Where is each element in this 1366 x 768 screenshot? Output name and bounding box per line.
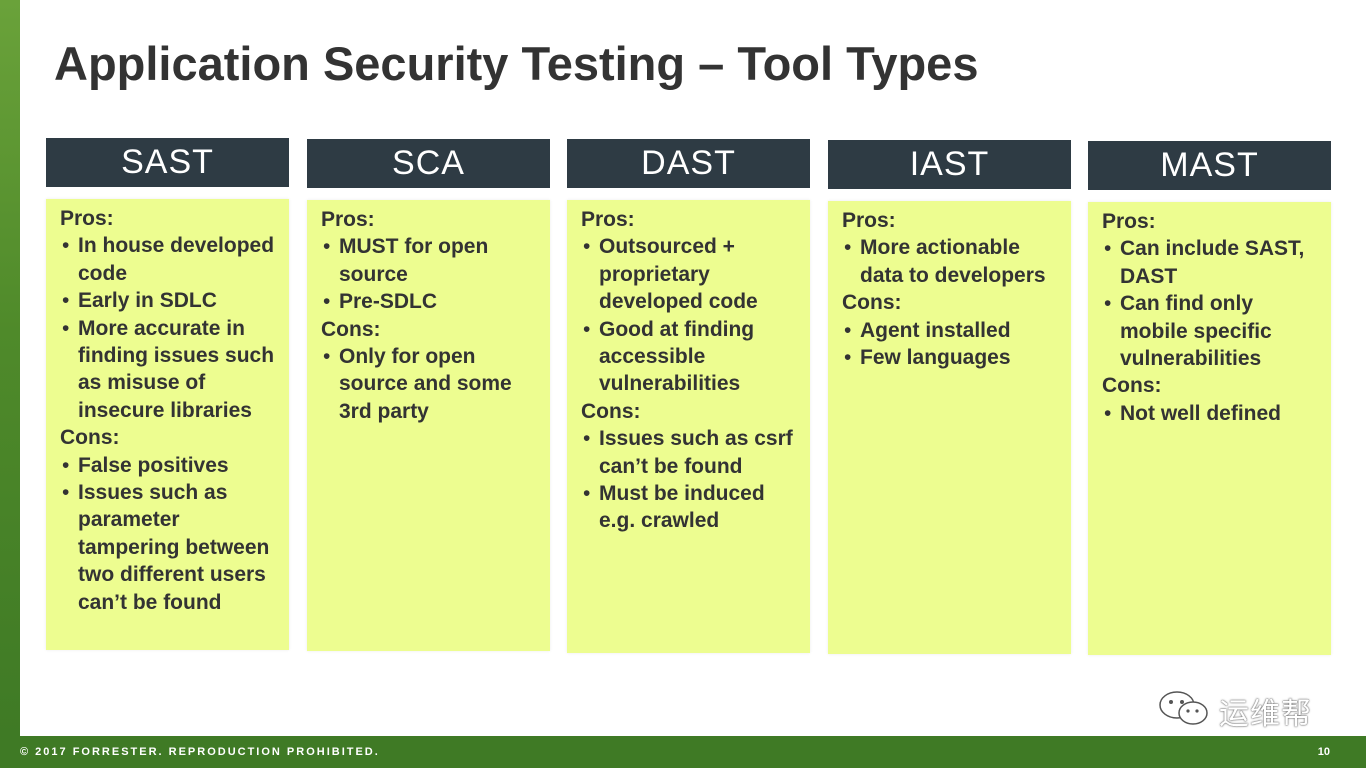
column-header: IAST [828, 140, 1071, 189]
pros-list: Outsourced + proprietary developed code … [581, 233, 802, 397]
list-item: Can find only mobile specific vulnerabil… [1102, 290, 1323, 372]
cons-list: Issues such as csrf can’t be found Must … [581, 425, 802, 535]
list-item: Issues such as parameter tampering betwe… [60, 479, 281, 616]
list-item: Early in SDLC [60, 287, 281, 315]
list-item: Few languages [842, 344, 1063, 372]
list-item: Good at finding accessible vulnerabiliti… [581, 316, 802, 398]
cons-label: Cons: [321, 317, 381, 341]
cons-label: Cons: [60, 426, 120, 450]
column-header: DAST [567, 139, 810, 188]
column-header: MAST [1088, 141, 1331, 190]
cons-list: Agent installed Few languages [842, 317, 1063, 372]
list-item: Must be induced e.g. crawled [581, 480, 802, 535]
pros-label: Pros: [581, 208, 635, 231]
column-card: Pros: In house developed code Early in S… [46, 199, 289, 650]
column-sast: SAST Pros: In house developed code Early… [46, 138, 289, 650]
list-item: MUST for open source [321, 233, 542, 288]
pros-list: More actionable data to developers [842, 234, 1063, 289]
slide-title: Application Security Testing – Tool Type… [54, 37, 979, 90]
pros-label: Pros: [321, 208, 375, 231]
left-accent-band [0, 0, 20, 736]
watermark: 运维帮 [1157, 688, 1312, 733]
cons-list: Only for open source and some 3rd party [321, 343, 542, 425]
pros-label: Pros: [1102, 210, 1156, 233]
pros-label: Pros: [60, 207, 114, 230]
list-item: False positives [60, 452, 281, 480]
cons-label: Cons: [581, 399, 641, 423]
pros-list: MUST for open source Pre-SDLC [321, 233, 542, 316]
list-item: Only for open source and some 3rd party [321, 343, 542, 425]
list-item: More actionable data to developers [842, 234, 1063, 289]
list-item: Can include SAST, DAST [1102, 235, 1323, 290]
column-dast: DAST Pros: Outsourced + proprietary deve… [567, 139, 810, 653]
list-item: Outsourced + proprietary developed code [581, 233, 802, 315]
list-item: Pre-SDLC [321, 288, 542, 316]
cons-label: Cons: [1102, 374, 1162, 398]
column-card: Pros: Outsourced + proprietary developed… [567, 200, 810, 653]
page-number: 10 [1317, 746, 1330, 758]
list-item: Issues such as csrf can’t be found [581, 425, 802, 480]
footer-bar: © 2017 FORRESTER. REPRODUCTION PROHIBITE… [0, 736, 1366, 768]
column-card: Pros: MUST for open source Pre-SDLC Cons… [307, 200, 550, 651]
column-card: Pros: More actionable data to developers… [828, 201, 1071, 654]
cons-list: False positives Issues such as parameter… [60, 452, 281, 616]
copyright-text: © 2017 FORRESTER. REPRODUCTION PROHIBITE… [20, 746, 380, 758]
pros-list: In house developed code Early in SDLC Mo… [60, 232, 281, 424]
wechat-icon [1157, 688, 1213, 733]
pros-list: Can include SAST, DAST Can find only mob… [1102, 235, 1323, 372]
cons-label: Cons: [842, 291, 902, 315]
column-mast: MAST Pros: Can include SAST, DAST Can fi… [1088, 141, 1331, 655]
watermark-text: 运维帮 [1219, 697, 1312, 731]
column-header: SAST [46, 138, 289, 187]
column-card: Pros: Can include SAST, DAST Can find on… [1088, 202, 1331, 655]
list-item: Not well defined [1102, 400, 1323, 428]
list-item: More accurate in finding issues such as … [60, 315, 281, 425]
column-iast: IAST Pros: More actionable data to devel… [828, 140, 1071, 654]
pros-label: Pros: [842, 209, 896, 232]
cons-list: Not well defined [1102, 400, 1323, 428]
list-item: In house developed code [60, 232, 281, 287]
list-item: Agent installed [842, 317, 1063, 345]
column-sca: SCA Pros: MUST for open source Pre-SDLC … [307, 139, 550, 651]
column-header: SCA [307, 139, 550, 188]
